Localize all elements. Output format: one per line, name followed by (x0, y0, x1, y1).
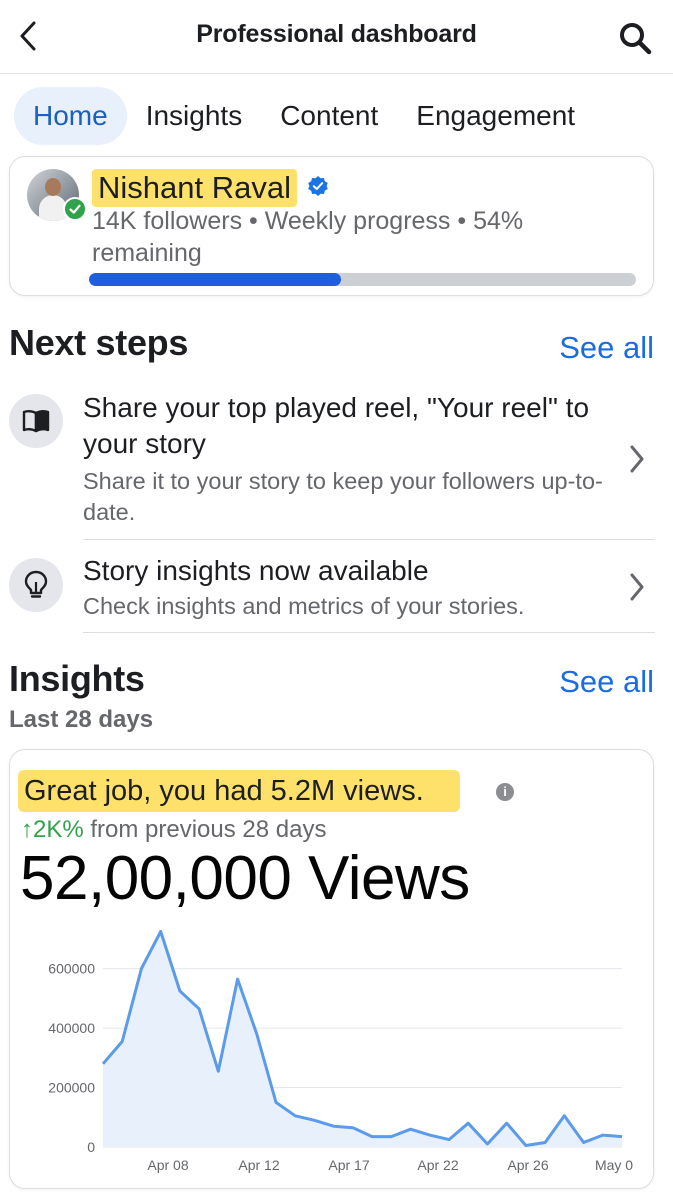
verified-badge-icon (308, 176, 328, 196)
next-steps-title: Next steps (9, 322, 189, 363)
y-tick-label: 200000 (48, 1080, 95, 1096)
views-area (103, 931, 622, 1147)
x-tick-label: Apr 17 (328, 1157, 369, 1173)
x-tick-label: Apr 26 (507, 1157, 548, 1173)
divider (83, 632, 655, 633)
profile-name: Nishant Raval (92, 169, 297, 207)
divider (83, 539, 655, 540)
tab-content[interactable]: Content (261, 87, 397, 145)
tab-engagement[interactable]: Engagement (397, 87, 594, 145)
x-tick-label: Apr 08 (147, 1157, 188, 1173)
x-tick-label: Apr 22 (417, 1157, 458, 1173)
views-change: ↑2K% from previous 28 days (21, 816, 326, 844)
top-nav-bar: Professional dashboard (0, 0, 673, 74)
insights-period: Last 28 days (9, 706, 154, 733)
info-icon[interactable]: i (496, 783, 514, 801)
next-steps-see-all-link[interactable]: See all (559, 330, 654, 366)
step-title: Story insights now available (83, 555, 429, 586)
step-title: Share your top played reel, "Your reel" … (83, 392, 590, 459)
step-description: Share it to your story to keep your foll… (83, 468, 603, 525)
y-tick-label: 600000 (48, 961, 95, 977)
insights-headline: Great job, you had 5.2M views. (18, 770, 460, 812)
lightbulb-icon (9, 558, 63, 612)
weekly-progress-bar (89, 273, 636, 286)
profile-card[interactable]: Nishant Raval 14K followers • Weekly pro… (9, 156, 654, 296)
views-change-label: from previous 28 days (83, 816, 327, 843)
tab-insights[interactable]: Insights (127, 87, 262, 145)
chevron-right-icon (627, 441, 647, 477)
insights-title: Insights (9, 658, 145, 699)
weekly-progress-fill (89, 273, 341, 286)
profile-subtitle: 14K followers • Weekly progress • 54% re… (92, 207, 524, 267)
tab-home[interactable]: Home (14, 87, 127, 145)
chevron-right-icon (627, 569, 647, 605)
next-step-item[interactable]: Story insights now available Check insig… (0, 548, 673, 632)
search-icon (620, 23, 652, 55)
insights-see-all-link[interactable]: See all (559, 664, 654, 700)
x-tick-label: Apr 12 (238, 1157, 279, 1173)
views-change-percent: ↑2K% (21, 816, 84, 843)
tab-bar: Home Insights Content Engagement (14, 86, 594, 146)
book-icon (9, 394, 63, 448)
search-button[interactable] (615, 18, 655, 58)
views-chart: 0 200000 400000 600000 Apr 08 Apr 12 Apr 17 Apr… (10, 905, 653, 1185)
next-step-item[interactable]: Share your top played reel, "Your reel" … (0, 382, 673, 538)
page-title: Professional dashboard (196, 20, 477, 48)
y-tick-label: 400000 (48, 1020, 95, 1036)
step-description: Check insights and metrics of your stori… (83, 593, 525, 619)
x-tick-label: May 0 (595, 1157, 633, 1173)
online-check-icon (63, 197, 87, 221)
insights-card[interactable]: Great job, you had 5.2M views. i ↑2K% fr… (9, 749, 654, 1189)
y-tick-label: 0 (87, 1139, 95, 1155)
total-views: 52,00,000 Views (20, 844, 470, 913)
